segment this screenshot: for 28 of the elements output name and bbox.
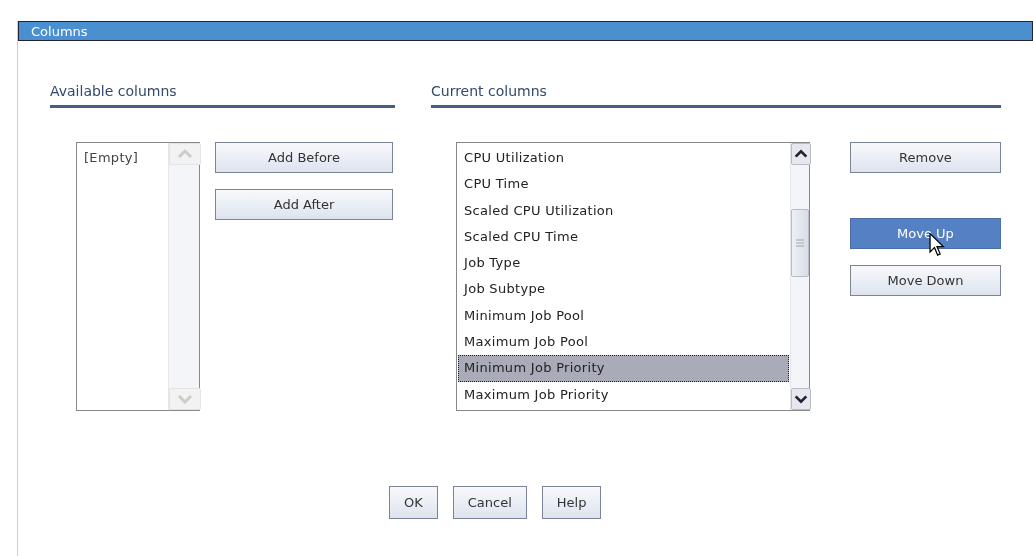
scrollbar[interactable] (168, 143, 199, 410)
window-title: Columns (31, 23, 88, 39)
button[interactable]: Move Down (850, 265, 1001, 296)
section-heading: Current columns (431, 83, 1001, 108)
section-heading: Available columns (50, 83, 395, 108)
button[interactable]: Cancel (452, 486, 527, 519)
list-item[interactable]: Minimum Job Priority (458, 355, 789, 382)
list-item[interactable]: Maximum Job Pool (458, 329, 789, 356)
list-item[interactable]: [Empty] (78, 145, 167, 172)
list-box[interactable]: [Empty] (76, 142, 200, 411)
list-box[interactable]: CPU Utilization CPU Time Scaled CPU Utilization Scaled CPU Time Job Type Job Subtype Minimum Job Pool Maximum Job Pool Minimum Job Priority Maximum Job Priority (456, 142, 810, 411)
button[interactable]: OK (389, 486, 438, 519)
button[interactable]: Add Before (215, 142, 393, 173)
button[interactable]: Remove (850, 142, 1001, 173)
list-item[interactable]: CPU Time (458, 171, 789, 198)
list-item[interactable]: Job Subtype (458, 276, 789, 303)
button[interactable]: Add After (215, 189, 393, 220)
list-item[interactable]: Minimum Job Pool (458, 302, 789, 330)
list-item[interactable]: Job Type (458, 250, 789, 277)
scroll-thumb[interactable] (791, 209, 809, 277)
list-item[interactable]: CPU Utilization (458, 145, 789, 172)
scroll-up-icon[interactable] (791, 143, 811, 165)
list-item[interactable]: Maximum Job Priority (458, 381, 789, 408)
list-item[interactable]: Scaled CPU Time (458, 223, 789, 251)
scroll-down-icon[interactable] (791, 388, 811, 410)
button[interactable]: Help (541, 486, 602, 519)
scrollbar[interactable] (790, 143, 809, 410)
list-item[interactable]: Scaled CPU Utilization (458, 197, 789, 224)
